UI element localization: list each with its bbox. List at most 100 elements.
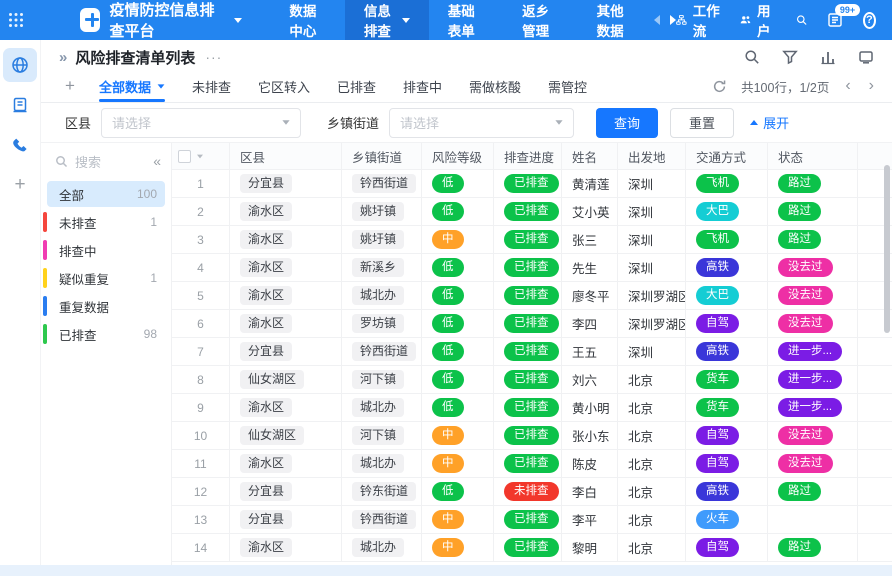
name-cell[interactable]: 艾小英 (562, 198, 618, 225)
street-cell[interactable]: 城北办 (342, 534, 422, 561)
row-number-cell[interactable]: 6 (172, 310, 230, 337)
transport-cell[interactable]: 自驾 (686, 450, 768, 477)
row-number-cell[interactable]: 7 (172, 338, 230, 365)
app-logo[interactable] (80, 8, 99, 32)
progress-cell[interactable]: 已排查 (494, 254, 562, 281)
group-item[interactable]: 排查中 (47, 237, 165, 263)
district-select[interactable]: 请选择 (101, 108, 301, 138)
column-header[interactable]: 风险等级 (422, 143, 494, 169)
name-cell[interactable]: 黎明 (562, 534, 618, 561)
street-cell[interactable]: 河下镇 (342, 366, 422, 393)
row-number-cell[interactable]: 5 (172, 282, 230, 309)
risk-level-cell[interactable]: 中 (422, 450, 494, 477)
risk-level-cell[interactable]: 低 (422, 394, 494, 421)
risk-level-cell[interactable]: 低 (422, 170, 494, 197)
street-cell[interactable]: 姚圩镇 (342, 198, 422, 225)
progress-cell[interactable]: 已排查 (494, 394, 562, 421)
transport-cell[interactable]: 货车 (686, 366, 768, 393)
status-cell[interactable]: 没去过 (768, 254, 858, 281)
origin-cell[interactable]: 北京 (618, 506, 686, 533)
group-item[interactable]: 未排查1 (47, 209, 165, 235)
column-header[interactable]: 出发地 (618, 143, 686, 169)
table-search-icon[interactable] (744, 49, 760, 65)
view-tab[interactable]: 它区转入 (258, 70, 310, 102)
district-cell[interactable]: 渝水区 (230, 394, 342, 421)
name-cell[interactable]: 廖冬平 (562, 282, 618, 309)
street-cell[interactable]: 钤东街道 (342, 478, 422, 505)
progress-cell[interactable]: 已排查 (494, 422, 562, 449)
status-cell[interactable] (768, 506, 858, 533)
district-cell[interactable]: 渝水区 (230, 226, 342, 253)
column-header[interactable]: 乡镇街道 (342, 143, 422, 169)
column-header[interactable]: 姓名 (562, 143, 618, 169)
risk-level-cell[interactable]: 中 (422, 422, 494, 449)
progress-cell[interactable]: 已排查 (494, 534, 562, 561)
name-cell[interactable]: 李四 (562, 310, 618, 337)
group-item[interactable]: 疑似重复1 (47, 265, 165, 291)
district-cell[interactable]: 分宜县 (230, 170, 342, 197)
view-tab[interactable]: 排查中 (403, 70, 442, 102)
nav-item[interactable]: 信息排查 (345, 0, 429, 40)
risk-level-cell[interactable]: 中 (422, 506, 494, 533)
transport-cell[interactable]: 飞机 (686, 170, 768, 197)
name-cell[interactable]: 张三 (562, 226, 618, 253)
street-cell[interactable]: 新溪乡 (342, 254, 422, 281)
column-header[interactable]: 区县 (230, 143, 342, 169)
district-cell[interactable]: 分宜县 (230, 506, 342, 533)
district-cell[interactable]: 渝水区 (230, 450, 342, 477)
origin-cell[interactable]: 北京 (618, 450, 686, 477)
chart-icon[interactable] (820, 49, 836, 65)
select-all-checkbox[interactable] (178, 150, 191, 163)
view-tab[interactable]: 需管控 (548, 70, 587, 102)
name-cell[interactable]: 张小东 (562, 422, 618, 449)
district-cell[interactable]: 分宜县 (230, 338, 342, 365)
collapse-panel-icon[interactable]: « (153, 153, 161, 169)
select-all-cell[interactable] (172, 143, 230, 169)
rail-forms-button[interactable] (3, 88, 37, 122)
row-number-cell[interactable]: 10 (172, 422, 230, 449)
status-cell[interactable]: 路过 (768, 226, 858, 253)
risk-level-cell[interactable]: 中 (422, 534, 494, 561)
app-title-dropdown[interactable]: 疫情防控信息排查平台 (100, 0, 257, 40)
progress-cell[interactable]: 已排查 (494, 450, 562, 477)
filter-icon[interactable] (782, 49, 798, 65)
transport-cell[interactable]: 高铁 (686, 338, 768, 365)
progress-cell[interactable]: 已排查 (494, 170, 562, 197)
row-number-cell[interactable]: 12 (172, 478, 230, 505)
rail-add-button[interactable]: + (3, 168, 37, 202)
street-cell[interactable]: 姚圩镇 (342, 226, 422, 253)
transport-cell[interactable]: 自驾 (686, 534, 768, 561)
prev-page-button[interactable]: ‹ (843, 78, 852, 94)
view-tab[interactable]: 需做核酸 (469, 70, 521, 102)
progress-cell[interactable]: 未排查 (494, 478, 562, 505)
expand-filters-link[interactable]: 展开 (750, 113, 789, 132)
status-cell[interactable]: 没去过 (768, 310, 858, 337)
progress-cell[interactable]: 已排查 (494, 198, 562, 225)
row-number-cell[interactable]: 11 (172, 450, 230, 477)
next-page-button[interactable]: › (867, 78, 876, 94)
vertical-scrollbar[interactable] (884, 165, 890, 333)
risk-level-cell[interactable]: 中 (422, 226, 494, 253)
nav-scroll-left-icon[interactable] (654, 15, 660, 25)
district-cell[interactable]: 仙女湖区 (230, 366, 342, 393)
district-cell[interactable]: 渝水区 (230, 310, 342, 337)
name-cell[interactable]: 李白 (562, 478, 618, 505)
rail-globe-button[interactable] (3, 48, 37, 82)
origin-cell[interactable]: 深圳 (618, 170, 686, 197)
status-cell[interactable]: 没去过 (768, 450, 858, 477)
progress-cell[interactable]: 已排查 (494, 310, 562, 337)
rail-phone-button[interactable] (3, 128, 37, 162)
risk-level-cell[interactable]: 低 (422, 282, 494, 309)
status-cell[interactable]: 进一步... (768, 394, 858, 421)
row-number-cell[interactable]: 9 (172, 394, 230, 421)
street-cell[interactable]: 钤西街道 (342, 338, 422, 365)
transport-cell[interactable]: 火车 (686, 506, 768, 533)
row-number-cell[interactable]: 13 (172, 506, 230, 533)
transport-cell[interactable]: 大巴 (686, 198, 768, 225)
comment-icon[interactable] (858, 49, 874, 65)
view-tab[interactable]: 已排查 (337, 70, 376, 102)
origin-cell[interactable]: 北京 (618, 422, 686, 449)
origin-cell[interactable]: 深圳 (618, 198, 686, 225)
origin-cell[interactable]: 深圳 (618, 254, 686, 281)
district-cell[interactable]: 渝水区 (230, 198, 342, 225)
